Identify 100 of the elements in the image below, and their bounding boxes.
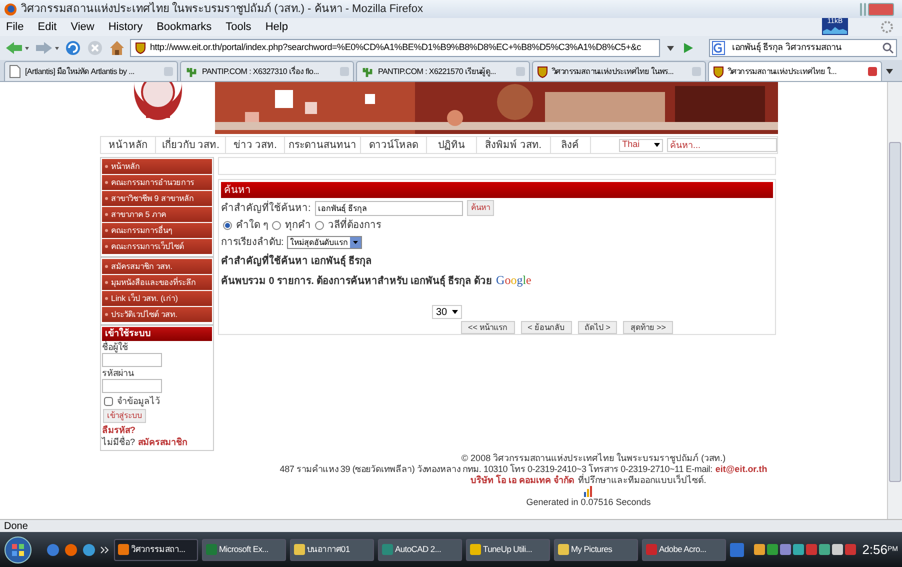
language-select[interactable]: Thai [619, 138, 664, 152]
dropdown-button[interactable] [667, 46, 674, 50]
sidebar-item[interactable]: มุมหนังสือและของที่ระลึก [102, 275, 212, 290]
nav-link[interactable]: เกี่ยวกับ วสท. [156, 137, 226, 153]
company-link[interactable]: บริษัท โอ เอ คอมเทค จำกัด [470, 475, 575, 486]
remember-checkbox[interactable] [104, 396, 113, 406]
cactus-icon [361, 65, 374, 78]
start-button[interactable] [4, 536, 32, 564]
login-button[interactable]: เข้าสู่ระบบ [103, 409, 146, 423]
search-header: ค้นหา [221, 182, 773, 198]
taskbar-button[interactable]: บนอากาศ01 [290, 538, 374, 560]
quick-launch-icon[interactable] [46, 542, 60, 556]
tray-app-icon[interactable] [730, 542, 744, 556]
tray-icon[interactable] [832, 544, 844, 555]
chevron-icon[interactable] [100, 544, 110, 554]
taskbar-button[interactable]: Adobe Acro... [642, 538, 726, 560]
pager-button[interactable]: สุดท้าย >> [623, 321, 673, 334]
keyword-field[interactable]: เอกพันธุ์ ธีรกุล [314, 200, 463, 216]
menu-item[interactable]: Bookmarks [154, 18, 214, 36]
menu-item[interactable]: Tools [224, 18, 254, 36]
sidebar-item[interactable]: สาขาวิชาชีพ 9 สาขาหลัก [102, 191, 212, 206]
password-field[interactable] [102, 379, 162, 393]
menu-item[interactable]: Help [263, 18, 290, 36]
username-field[interactable] [102, 353, 162, 367]
taskbar-button[interactable]: TuneUp Utili... [466, 538, 550, 560]
browser-tab[interactable]: PANTIP.COM : X6221570 เรียนผู้ดู... [356, 61, 530, 81]
radio-button[interactable] [314, 221, 324, 230]
close-tab-button[interactable] [868, 67, 877, 76]
search-field[interactable]: เอกพันธุ์ ธีรกุล วิศวกรรมสถาน [709, 39, 897, 57]
sidebar-item[interactable]: คณะกรรมการเว็ปไซต์ [102, 239, 212, 254]
shield-icon [135, 42, 146, 54]
sidebar-item[interactable]: Link เว็ป วสท. (เก่า) [102, 291, 212, 306]
radio-button[interactable] [223, 221, 232, 230]
nav-link[interactable]: ดาวน์โหลด [361, 137, 428, 153]
taskbar-button[interactable]: My Pictures [554, 538, 638, 560]
nav-link[interactable]: กระดานสนทนา [285, 137, 361, 153]
sidebar-item[interactable]: คณะกรรมการอื่นๆ [102, 223, 212, 238]
quick-launch-icon[interactable] [64, 542, 78, 556]
forward-button[interactable] [34, 40, 60, 56]
pager-button[interactable]: ถัดไป > [578, 321, 618, 334]
result-summary: ค้นพบรวม 0 รายการ. ต้องการค้นหาสำหรับ เอกพันธุ์ ธีรกุล ด้วย [221, 274, 492, 289]
pager-button[interactable]: < ย้อนกลับ [520, 321, 572, 334]
tray-icon[interactable] [767, 544, 778, 555]
back-button[interactable] [4, 40, 30, 56]
radio-label: คำใด ๆ [236, 218, 268, 233]
taskbar-button[interactable]: วิศวกรรมสถา... [114, 538, 198, 560]
per-page-select[interactable]: 30 [432, 305, 462, 319]
tab-list-button[interactable] [886, 69, 893, 74]
radio-label: วลีที่ต้องการ [328, 218, 381, 233]
sidebar-item[interactable]: ประวัติเวปไซต์ วสท. [102, 307, 212, 322]
taskbar-button[interactable]: Microsoft Ex... [202, 538, 286, 560]
sidebar-item[interactable]: สมัครสมาชิก วสท. [102, 259, 212, 274]
quick-launch-icon[interactable] [82, 542, 96, 556]
sidebar-item[interactable]: หน้าหลัก [102, 159, 212, 174]
search-icon[interactable] [882, 42, 894, 54]
browser-logo-icon [4, 2, 17, 16]
menu-item[interactable]: View [68, 18, 96, 36]
radio-button[interactable] [272, 221, 281, 230]
sort-select[interactable]: ใหม่สุดอันดับแรก [286, 236, 362, 249]
bullet-icon [105, 181, 108, 184]
register-link[interactable]: สมัครสมาชิก [138, 436, 188, 448]
forgot-password-link[interactable]: ลืมรหัส? [102, 424, 212, 436]
scrollbar[interactable] [887, 82, 902, 519]
nav-link[interactable]: สิ่งพิมพ์ วสท. [476, 137, 551, 153]
tray-icon[interactable] [780, 544, 792, 555]
menu-item[interactable]: History [106, 18, 145, 36]
nav-link[interactable]: หน้าหลัก [101, 137, 156, 153]
site-search-field[interactable]: ค้นหา... [667, 138, 778, 152]
tray-icon[interactable] [754, 544, 766, 555]
home-button[interactable] [108, 39, 126, 57]
browser-tab[interactable]: วิศวกรรมสถานแห่งประเทศไทย ในพร... [532, 61, 706, 81]
nav-link[interactable]: ปฏิทิน [427, 137, 477, 153]
search-button[interactable]: ค้นหา [466, 200, 494, 216]
tray-icon[interactable] [793, 544, 804, 555]
email-link[interactable]: eit@eit.or.th [715, 464, 768, 475]
clock-text: 2:56 [862, 540, 888, 559]
go-button[interactable] [681, 41, 695, 55]
close-button[interactable] [868, 2, 894, 16]
bullet-icon [105, 213, 108, 216]
traffic-graph-icon [823, 26, 847, 34]
shield-icon [713, 66, 724, 78]
browser-tab[interactable]: PANTIP.COM : X6327310 เรื่อง flo... [180, 61, 354, 81]
google-link[interactable]: Google [496, 271, 532, 289]
menu-item[interactable]: Edit [36, 18, 59, 36]
company-note: ที่ปรึกษาและทีมออกแบบเว็ปไซต์. [578, 475, 706, 486]
taskbar-button[interactable]: AutoCAD 2... [378, 538, 462, 560]
field-label: การเรียงลำดับ: [221, 236, 284, 250]
reload-button[interactable] [64, 39, 82, 57]
tray-icon[interactable] [819, 544, 830, 555]
nav-link[interactable]: ข่าว วสท. [226, 137, 286, 153]
nav-link[interactable]: ลิงค์ [550, 137, 591, 153]
pager-button[interactable]: << หน้าแรก [461, 321, 515, 334]
radio-label: ทุกคำ [284, 218, 311, 233]
login-header: เข้าใช้ระบบ [102, 327, 212, 341]
menu-item[interactable]: File [4, 18, 26, 36]
sidebar-item[interactable]: คณะกรรมการอำนวยการ [102, 175, 212, 190]
browser-tab[interactable]: วิศวกรรมสถานแห่งประเทศไทย ใ... [708, 61, 882, 81]
sidebar-item[interactable]: สาขาภาค 5 ภาค [102, 207, 212, 222]
address-bar[interactable]: http://www.eit.or.th/portal/index.php?searchword=%E0%CD%A1%BE%D1%B9%B8%D8%EC+%B8%D5%C3%A1%D8%C5+&c [130, 39, 660, 57]
browser-tab[interactable]: [Artlantis] มือใหม่หัด Artlantis by ... [4, 61, 178, 81]
